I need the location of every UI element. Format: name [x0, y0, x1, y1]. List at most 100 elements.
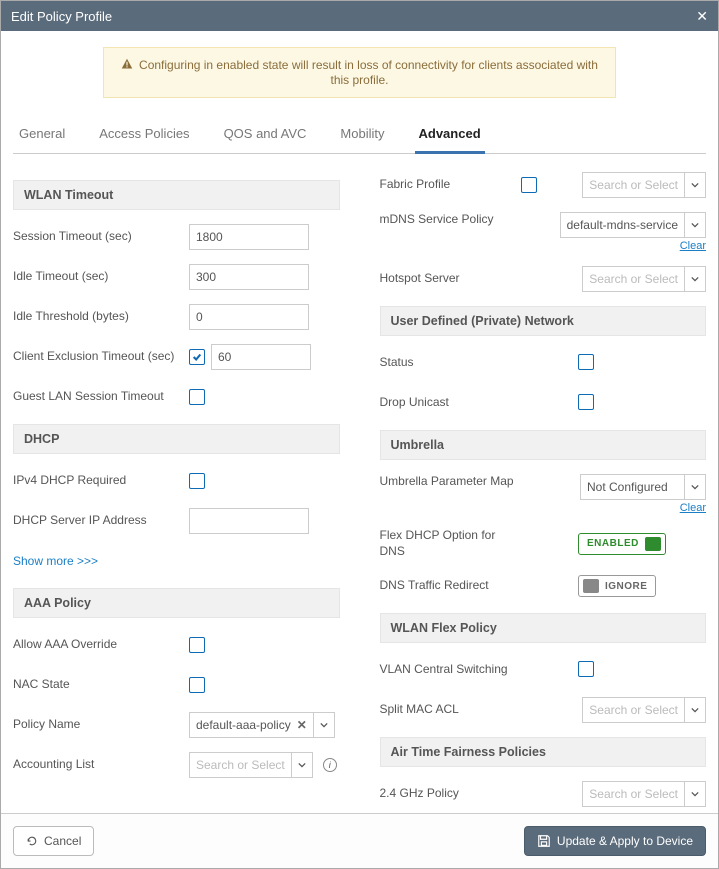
toggle-label: ENABLED — [587, 538, 639, 549]
flex-dhcp-dns-toggle[interactable]: ENABLED — [578, 533, 666, 555]
tab-mobility[interactable]: Mobility — [336, 118, 388, 153]
label-client-exclusion: Client Exclusion Timeout (sec) — [13, 349, 183, 365]
label-nac-state: NAC State — [13, 677, 183, 693]
label-mdns-service-policy: mDNS Service Policy — [380, 212, 515, 228]
idle-threshold-input[interactable] — [189, 304, 309, 330]
apply-label: Update & Apply to Device — [557, 834, 693, 848]
left-column: WLAN Timeout Session Timeout (sec) Idle … — [13, 172, 340, 813]
policy-name-select[interactable]: default-aaa-policy✕ — [189, 712, 335, 738]
label-dhcp-server-ip: DHCP Server IP Address — [13, 513, 183, 529]
umbrella-param-map-value: Not Configured — [580, 474, 684, 500]
accounting-list-placeholder: Search or Select — [189, 752, 291, 778]
label-flex-dhcp-dns: Flex DHCP Option for DNS — [380, 528, 515, 559]
policy-name-value: default-aaa-policy — [196, 718, 291, 732]
mdns-service-policy-select[interactable]: default-mdns-service — [560, 212, 706, 238]
info-icon[interactable]: i — [323, 758, 337, 772]
label-accounting-list: Accounting List — [13, 757, 183, 773]
cancel-label: Cancel — [44, 834, 81, 848]
mdns-clear-link[interactable]: Clear — [680, 240, 706, 252]
split-mac-acl-placeholder: Search or Select — [582, 697, 684, 723]
label-fabric-profile: Fabric Profile — [380, 177, 515, 193]
label-hotspot-server: Hotspot Server — [380, 271, 515, 287]
chevron-down-icon[interactable] — [684, 781, 706, 807]
allow-aaa-override-checkbox[interactable] — [189, 637, 205, 653]
nac-state-checkbox[interactable] — [189, 677, 205, 693]
modal-titlebar: Edit Policy Profile ✕ — [1, 1, 718, 31]
client-exclusion-checkbox[interactable] — [189, 349, 205, 365]
tab-access-policies[interactable]: Access Policies — [95, 118, 193, 153]
chevron-down-icon[interactable] — [291, 752, 313, 778]
label-session-timeout: Session Timeout (sec) — [13, 229, 183, 245]
label-allow-aaa-override: Allow AAA Override — [13, 637, 183, 653]
label-ipv4-dhcp-required: IPv4 DHCP Required — [13, 473, 183, 489]
fabric-profile-select[interactable]: Search or Select — [582, 172, 706, 198]
status-checkbox[interactable] — [578, 354, 594, 370]
vlan-central-switching-checkbox[interactable] — [578, 661, 594, 677]
section-atf: Air Time Fairness Policies — [380, 737, 707, 767]
show-more-link[interactable]: Show more >>> — [13, 554, 98, 568]
chevron-down-icon[interactable] — [684, 212, 706, 238]
cancel-button[interactable]: Cancel — [13, 826, 94, 856]
chevron-down-icon[interactable] — [313, 712, 335, 738]
split-mac-acl-select[interactable]: Search or Select — [582, 697, 706, 723]
label-policy-name: Policy Name — [13, 717, 183, 733]
label-drop-unicast: Drop Unicast — [380, 395, 515, 411]
section-wlan-flex: WLAN Flex Policy — [380, 613, 707, 643]
right-column: Fabric Profile Search or Select mDNS Ser… — [380, 172, 707, 813]
ipv4-dhcp-required-checkbox[interactable] — [189, 473, 205, 489]
toggle-label: IGNORE — [605, 581, 647, 592]
label-idle-timeout: Idle Timeout (sec) — [13, 269, 183, 285]
accounting-list-select[interactable]: Search or Select — [189, 752, 313, 778]
apply-button[interactable]: Update & Apply to Device — [524, 826, 706, 856]
warning-icon — [121, 58, 133, 73]
hotspot-server-select[interactable]: Search or Select — [582, 266, 706, 292]
chevron-down-icon[interactable] — [684, 172, 706, 198]
tab-advanced[interactable]: Advanced — [415, 118, 485, 154]
modal-title: Edit Policy Profile — [11, 9, 112, 24]
dhcp-server-ip-input[interactable] — [189, 508, 309, 534]
section-umbrella: Umbrella — [380, 430, 707, 460]
tab-qos-avc[interactable]: QOS and AVC — [220, 118, 311, 153]
drop-unicast-checkbox[interactable] — [578, 394, 594, 410]
toggle-knob — [583, 579, 599, 593]
label-umbrella-param-map: Umbrella Parameter Map — [380, 474, 515, 490]
24ghz-policy-placeholder: Search or Select — [582, 781, 684, 807]
label-guest-lan-session: Guest LAN Session Timeout — [13, 389, 183, 405]
chevron-down-icon[interactable] — [684, 697, 706, 723]
save-icon — [537, 834, 551, 848]
close-icon[interactable]: ✕ — [696, 8, 708, 25]
umbrella-clear-link[interactable]: Clear — [680, 502, 706, 514]
label-split-mac-acl: Split MAC ACL — [380, 702, 515, 718]
hotspot-server-placeholder: Search or Select — [582, 266, 684, 292]
label-24ghz-policy: 2.4 GHz Policy — [380, 786, 515, 802]
clear-x-icon[interactable]: ✕ — [291, 718, 307, 732]
label-status: Status — [380, 355, 515, 371]
section-dhcp: DHCP — [13, 424, 340, 454]
undo-icon — [26, 835, 38, 847]
warning-banner: Configuring in enabled state will result… — [103, 47, 616, 98]
modal-content: Configuring in enabled state will result… — [1, 31, 718, 813]
dns-traffic-redirect-toggle[interactable]: IGNORE — [578, 575, 656, 597]
modal-footer: Cancel Update & Apply to Device — [1, 813, 718, 868]
fabric-profile-placeholder: Search or Select — [582, 172, 684, 198]
tab-bar: General Access Policies QOS and AVC Mobi… — [13, 118, 706, 154]
section-aaa-policy: AAA Policy — [13, 588, 340, 618]
client-exclusion-input[interactable] — [211, 344, 311, 370]
mdns-service-policy-value: default-mdns-service — [560, 212, 684, 238]
fabric-profile-checkbox[interactable] — [521, 177, 537, 193]
warning-text: Configuring in enabled state will result… — [139, 58, 598, 87]
session-timeout-input[interactable] — [189, 224, 309, 250]
section-wlan-timeout: WLAN Timeout — [13, 180, 340, 210]
umbrella-param-map-select[interactable]: Not Configured — [580, 474, 706, 500]
guest-lan-session-checkbox[interactable] — [189, 389, 205, 405]
label-idle-threshold: Idle Threshold (bytes) — [13, 309, 183, 325]
toggle-knob — [645, 537, 661, 551]
tab-general[interactable]: General — [15, 118, 69, 153]
label-dns-traffic-redirect: DNS Traffic Redirect — [380, 578, 515, 594]
24ghz-policy-select[interactable]: Search or Select — [582, 781, 706, 807]
chevron-down-icon[interactable] — [684, 474, 706, 500]
section-udn: User Defined (Private) Network — [380, 306, 707, 336]
chevron-down-icon[interactable] — [684, 266, 706, 292]
idle-timeout-input[interactable] — [189, 264, 309, 290]
label-vlan-central-switching: VLAN Central Switching — [380, 662, 515, 678]
